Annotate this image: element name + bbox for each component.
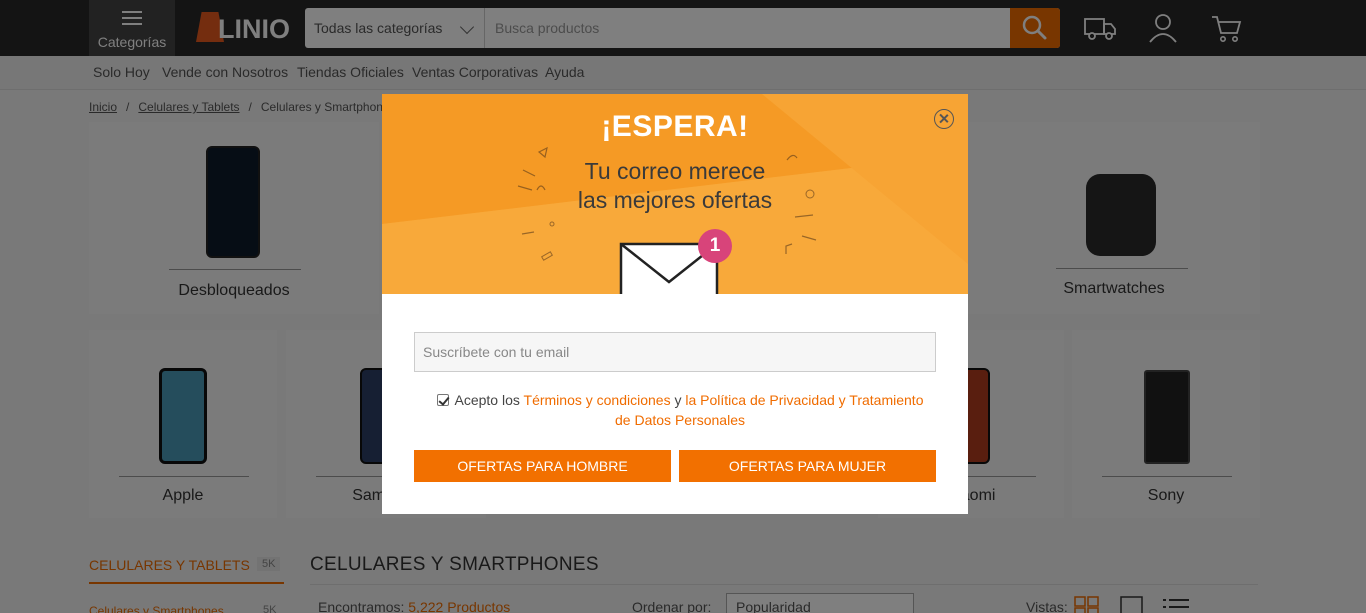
modal-subheadline: Tu correo merece las mejores ofertas: [382, 157, 968, 215]
consent-text: Acepto los Términos y condiciones y la P…: [430, 390, 930, 430]
email-field[interactable]: [414, 332, 936, 372]
subheadline-line-1: Tu correo merece: [584, 158, 766, 184]
women-offers-button[interactable]: OFERTAS PARA MUJER: [679, 450, 936, 482]
modal-headline: ¡ESPERA!: [601, 110, 749, 143]
men-offers-button[interactable]: OFERTAS PARA HOMBRE: [414, 450, 671, 482]
consent-checkbox[interactable]: [436, 394, 449, 406]
newsletter-modal: ¡ESPERA! Tu correo merece las mejores of…: [382, 94, 968, 514]
consent-prefix: Acepto los: [454, 392, 520, 408]
notification-badge: 1: [698, 229, 732, 263]
subheadline-line-2: las mejores ofertas: [577, 187, 773, 213]
consent-and: y: [674, 392, 682, 408]
modal-banner: ¡ESPERA! Tu correo merece las mejores of…: [382, 94, 968, 294]
close-icon[interactable]: [934, 109, 954, 129]
terms-link[interactable]: Términos y condiciones: [524, 392, 671, 408]
